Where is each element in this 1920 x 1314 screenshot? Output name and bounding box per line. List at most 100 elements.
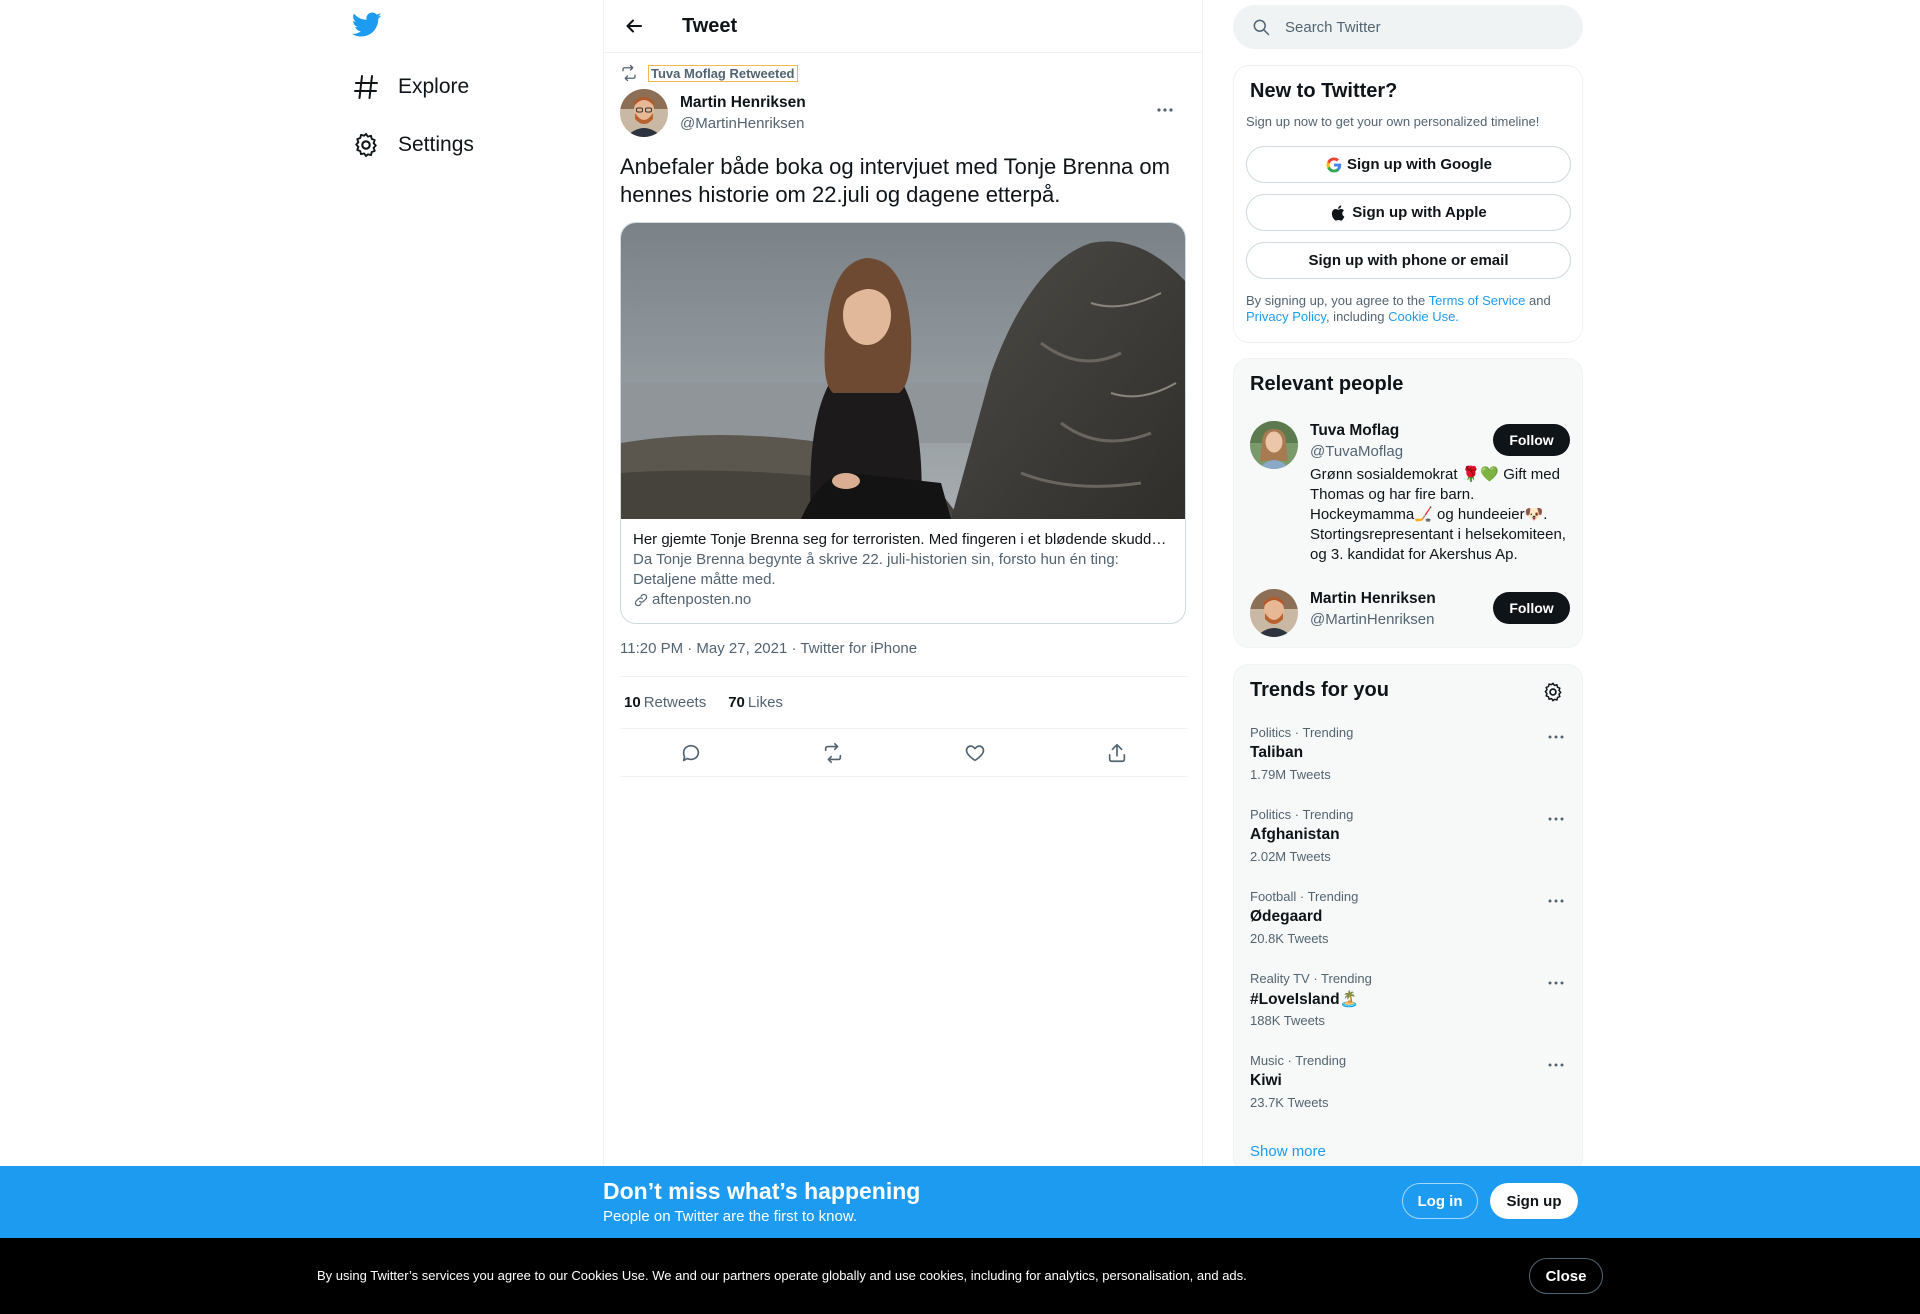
tweet-author: Martin Henriksen @MartinHenriksen [620,89,1188,137]
search-bar[interactable] [1233,5,1583,49]
signup-button[interactable]: Sign up [1490,1183,1578,1219]
signup-apple-label: Sign up with Apple [1352,204,1487,221]
person-name[interactable]: Tuva Moflag [1310,422,1399,440]
author-handle[interactable]: @MartinHenriksen [680,115,806,132]
trend-more-button[interactable] [1544,725,1568,749]
trend-item[interactable]: Politics · Trending Afghanistan 2.02M Tw… [1250,807,1568,889]
legal-text-2: and [1525,293,1551,308]
trend-more-button[interactable] [1544,1053,1568,1077]
likes-count: 70 [728,694,745,711]
signup-phone-label: Sign up with phone or email [1308,252,1509,269]
ellipsis-icon [1548,817,1564,821]
trends-title: Trends for you [1250,679,1389,701]
trend-category: Politics · Trending [1250,807,1354,822]
ellipsis-icon [1548,1063,1564,1067]
trend-name: Afghanistan [1250,826,1340,843]
search-input[interactable] [1285,18,1555,36]
search-icon [1251,17,1271,37]
person-handle[interactable]: @MartinHenriksen [1310,611,1434,628]
ellipsis-icon [1548,735,1564,739]
person-handle[interactable]: @TuvaMoflag [1310,443,1403,460]
tweet-actions [620,729,1188,777]
trend-count: 1.79M Tweets [1250,767,1331,782]
ellipsis-icon [1157,108,1173,112]
trend-more-button[interactable] [1544,889,1568,913]
likes-label: Likes [747,694,783,711]
share-button[interactable] [1100,736,1134,770]
author-avatar[interactable] [620,89,668,137]
retweeter-link[interactable]: Tuva Moflag Retweeted [648,64,798,82]
trend-name: #LoveIsland🏝️ [1250,991,1359,1008]
gear-icon [1544,682,1562,702]
retweet-button[interactable] [816,736,850,770]
relevant-people-title: Relevant people [1250,373,1404,395]
tweet-text: Anbefaler både boka og intervjuet med To… [620,154,1170,207]
trends-settings-button[interactable] [1542,681,1564,703]
google-icon [1325,156,1343,174]
cookie-close-button[interactable]: Close [1529,1258,1603,1294]
trend-more-button[interactable] [1544,971,1568,995]
share-icon [1108,743,1126,762]
reply-button[interactable] [674,736,708,770]
author-name[interactable]: Martin Henriksen [680,94,806,112]
banner-title: Don’t miss what’s happening [603,1178,921,1204]
legal-text-1: By signing up, you agree to the [1246,293,1429,308]
nav-settings[interactable]: Settings [352,125,474,165]
nav-settings-label: Settings [398,133,474,156]
trend-more-button[interactable] [1544,807,1568,831]
tweet-timestamp[interactable]: 11:20 PM · May 27, 2021 · Twitter for iP… [620,640,917,657]
trend-item[interactable]: Politics · Trending Taliban 1.79M Tweets [1250,725,1568,807]
link-card[interactable]: Her gjemte Tonje Brenna seg for terroris… [620,222,1186,624]
legal-text-3: , including [1325,309,1389,324]
login-button[interactable]: Log in [1402,1183,1478,1219]
likes-stat[interactable]: 70 Likes [728,694,783,711]
trend-count: 188K Tweets [1250,1013,1325,1028]
like-button[interactable] [958,736,992,770]
tweet-stats: 10 Retweets 70 Likes [620,676,1188,729]
trend-item[interactable]: Football · Trending Ødegaard 20.8K Tweet… [1250,889,1568,971]
person-name[interactable]: Martin Henriksen [1310,590,1436,608]
follow-button[interactable]: Follow [1493,424,1570,456]
twitter-logo-icon[interactable] [352,12,386,42]
ellipsis-icon [1548,899,1564,903]
signup-banner: Don’t miss what’s happening People on Tw… [0,1166,1920,1238]
trend-name: Taliban [1250,744,1304,761]
apple-icon [1330,204,1348,222]
retweets-count: 10 [624,694,641,711]
retweet-icon [824,742,842,763]
signup-phone-button[interactable]: Sign up with phone or email [1246,242,1571,279]
ellipsis-icon [1548,981,1564,985]
page-header: Tweet [604,0,1202,53]
card-domain: aftenposten.no [633,591,1173,608]
relevant-people-panel: Relevant people Tuva Moflag @TuvaMoflag … [1233,358,1583,648]
trend-category: Music · Trending [1250,1053,1347,1068]
more-options-button[interactable] [1152,97,1178,123]
cookie-use-link[interactable]: Cookie Use. [1388,309,1459,324]
back-button[interactable] [620,12,648,40]
signup-google-button[interactable]: Sign up with Google [1246,146,1571,183]
card-description: Da Tonje Brenna begynte å skrive 22. jul… [633,551,1119,588]
signup-google-label: Sign up with Google [1347,156,1492,173]
retweets-label: Retweets [643,694,707,711]
trend-category: Reality TV · Trending [1250,971,1372,986]
terms-link[interactable]: Terms of Service [1429,293,1526,308]
trend-item[interactable]: Music · Trending Kiwi 23.7K Tweets [1250,1053,1568,1135]
cookie-banner: By using Twitter’s services you agree to… [0,1238,1920,1314]
person-avatar[interactable] [1250,421,1298,469]
show-more-link[interactable]: Show more [1250,1143,1326,1160]
trend-name: Kiwi [1250,1072,1282,1089]
hashtag-icon [352,73,380,101]
trend-item[interactable]: Reality TV · Trending #LoveIsland🏝️ 188K… [1250,971,1568,1053]
person-bio: Grønn sosialdemokrat 🌹💚 Gift med Thomas … [1310,466,1566,563]
signup-apple-button[interactable]: Sign up with Apple [1246,194,1571,231]
retweets-stat[interactable]: 10 Retweets [624,694,706,711]
new-to-twitter-panel: New to Twitter? Sign up now to get your … [1233,65,1583,343]
trends-panel: Trends for you Politics · Trending Talib… [1233,664,1583,1174]
person-avatar[interactable] [1250,589,1298,637]
nav-explore[interactable]: Explore [352,67,469,107]
follow-button[interactable]: Follow [1493,592,1570,624]
privacy-link[interactable]: Privacy Policy [1246,309,1326,324]
trend-count: 2.02M Tweets [1250,849,1331,864]
heart-icon [965,744,985,761]
trend-count: 23.7K Tweets [1250,1095,1329,1110]
